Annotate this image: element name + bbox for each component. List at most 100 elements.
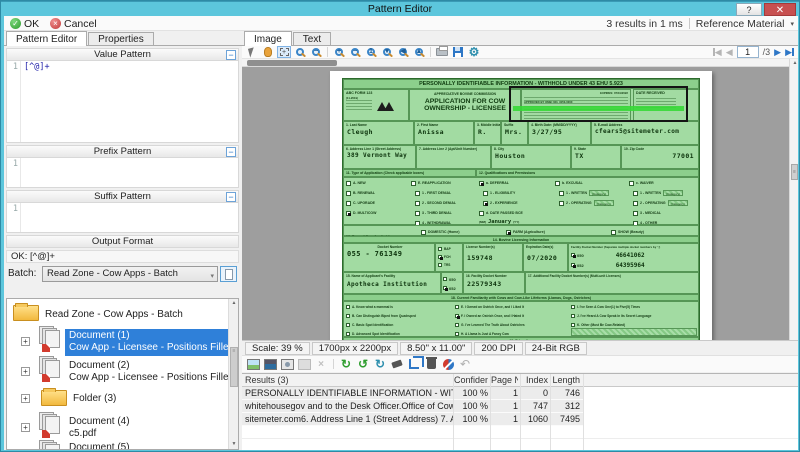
tree-item-title[interactable]: Folder (3) <box>73 393 116 404</box>
pointer-tool-icon[interactable] <box>245 46 259 58</box>
page-icon <box>225 269 233 280</box>
scrollbar-thumb[interactable]: ≡ <box>791 164 798 180</box>
trash-icon[interactable] <box>424 358 438 371</box>
crop-icon[interactable] <box>407 358 421 371</box>
save-icon[interactable] <box>451 46 465 58</box>
chevron-down-icon[interactable]: ▾ <box>790 20 794 28</box>
tree-item-subtitle[interactable]: Cow App - Licensee - Positions Filled - … <box>69 342 239 353</box>
sec11-header: 11. Type of Application (Check applicabl… <box>343 169 476 177</box>
scrollbar-thumb[interactable]: ≡ <box>230 347 238 387</box>
pan-tool-icon[interactable] <box>261 46 275 58</box>
rotate-cw-icon[interactable]: ↻ <box>339 358 353 371</box>
tab-text[interactable]: Text <box>293 32 331 46</box>
open-batch-button[interactable] <box>220 266 237 282</box>
result-row[interactable]: sitemeter.com6. Address Line 1 (Street A… <box>242 413 583 426</box>
expand-icon[interactable]: + <box>21 423 30 432</box>
refresh-icon[interactable]: ↻ <box>373 358 387 371</box>
collapse-button[interactable]: − <box>226 192 236 202</box>
zoom-fit-icon[interactable]: ▾ <box>380 46 394 58</box>
column-confidence[interactable]: Confidence <box>454 374 488 387</box>
image-invert-icon[interactable] <box>263 358 277 371</box>
form-field: 8. CityHouston <box>491 145 571 169</box>
zoom-region-tool-icon[interactable] <box>293 46 307 58</box>
zoom-in-icon[interactable]: + <box>332 46 346 58</box>
checkbox-icon <box>633 201 638 206</box>
checkbox-icon <box>571 305 575 309</box>
previous-page-icon[interactable]: ◀ <box>726 47 733 58</box>
remove-color-icon[interactable] <box>441 358 455 371</box>
close-button[interactable]: ✕ <box>764 3 796 16</box>
tab-image[interactable]: Image <box>244 31 292 46</box>
column-index[interactable]: Index <box>521 374 548 387</box>
viewer-vscrollbar[interactable]: ▲ ≡ <box>789 59 798 340</box>
tree-item-subtitle[interactable]: Cow App - Licensee - Positions Filled - … <box>69 372 233 383</box>
zoom-fit-height-icon[interactable]: ▲ <box>412 46 426 58</box>
rotate-ccw-icon[interactable]: ↺ <box>356 358 370 371</box>
tab-pattern-editor[interactable]: Pattern Editor <box>6 31 87 46</box>
checkbox-icon <box>571 263 575 267</box>
checkbox-icon <box>479 211 484 216</box>
scroll-down-icon[interactable]: ▼ <box>229 440 239 449</box>
expand-icon[interactable]: + <box>21 367 30 376</box>
eraser-icon[interactable] <box>390 358 404 371</box>
result-row[interactable]: PERSONALLY IDENTIFIABLE INFORMATION - WI… <box>242 387 583 400</box>
help-button[interactable]: ? <box>736 3 762 16</box>
last-page-icon[interactable]: ▶ <box>785 47 794 58</box>
folder-icon <box>41 390 67 406</box>
checkbox-icon <box>455 323 459 327</box>
cancel-button[interactable]: × Cancel <box>50 16 97 31</box>
result-row[interactable]: whitehousegov and to the Desk Officer.Of… <box>242 400 583 413</box>
column-page-no[interactable]: Page No <box>491 374 518 387</box>
additional-docket-cell: 17. Additional Facility Docket Number(s)… <box>525 272 699 294</box>
zoom-fit-width-icon[interactable]: ◀ <box>396 46 410 58</box>
expand-icon[interactable]: + <box>21 449 30 450</box>
suffix-pattern-editor[interactable]: 1 <box>6 203 239 233</box>
value-pattern-editor[interactable]: 1 [^@]+ <box>6 61 239 143</box>
tools-icon[interactable]: ⚙ <box>467 46 481 58</box>
tree-scrollbar[interactable]: ▲ ≡ ▼ <box>228 299 238 449</box>
batch-combobox[interactable]: Read Zone - Cow Apps - Batch ▾ <box>42 266 218 282</box>
print-icon[interactable] <box>435 46 449 58</box>
zoom-actual-icon[interactable]: 1 <box>364 46 378 58</box>
results-title[interactable]: Results (3) <box>245 374 453 387</box>
next-page-icon[interactable]: ▶ <box>774 47 781 58</box>
pattern-status-line: OK: [^@]+ <box>6 250 239 263</box>
checkbox-icon <box>506 230 511 235</box>
tree-root-label[interactable]: Read Zone - Cow Apps - Batch <box>45 309 183 320</box>
page-number-input[interactable] <box>737 46 759 58</box>
batch-tree[interactable]: Read Zone - Cow Apps - Batch + Document … <box>6 298 239 450</box>
prefix-pattern-editor[interactable]: 1 <box>6 158 239 188</box>
read-zone-rectangle[interactable] <box>509 86 688 122</box>
ok-button[interactable]: ✓ OK <box>10 16 39 31</box>
tree-item-title[interactable]: Document (2) <box>69 360 130 371</box>
tree-item-title[interactable]: Document (1) <box>69 330 130 341</box>
photo-tool-icon[interactable] <box>280 358 294 371</box>
tab-properties[interactable]: Properties <box>88 32 154 46</box>
tree-item-title[interactable]: Document (5) <box>69 442 130 450</box>
scroll-up-icon[interactable]: ▲ <box>790 59 798 68</box>
viewer-hscrollbar[interactable] <box>242 59 789 67</box>
zoom-page-tool-icon[interactable]: − <box>309 46 323 58</box>
tree-item-subtitle[interactable]: c5.pdf <box>69 428 96 439</box>
expand-icon[interactable]: + <box>21 337 30 346</box>
undo-icon: ↶ <box>458 358 472 371</box>
scroll-up-icon[interactable]: ▲ <box>229 299 239 308</box>
expand-icon[interactable]: + <box>21 394 30 403</box>
reference-material-button[interactable]: Reference Material <box>696 18 785 30</box>
scrollbar-thumb[interactable] <box>247 60 337 66</box>
zoom-out-icon[interactable]: − <box>348 46 362 58</box>
checkbox-icon <box>346 201 351 206</box>
titlebar[interactable]: Pattern Editor ? ✕ <box>1 1 799 16</box>
zone-select-tool-icon[interactable]: + <box>277 46 291 58</box>
form-field: 4. Birth Date: (MM/DD/YYYY)3/27/95 <box>528 121 591 145</box>
image-tool-icon[interactable] <box>246 358 260 371</box>
column-length[interactable]: Length <box>551 374 580 387</box>
collapse-button[interactable]: − <box>226 50 236 60</box>
commission-logo-icon <box>380 102 394 111</box>
document-stack-icon <box>39 440 63 450</box>
collapse-button[interactable]: − <box>226 147 236 157</box>
image-viewer-canvas[interactable]: PERSONALLY IDENTIFIABLE INFORMATION - WI… <box>242 59 798 340</box>
document-page[interactable]: PERSONALLY IDENTIFIABLE INFORMATION - WI… <box>330 71 712 340</box>
tree-item-title[interactable]: Document (4) <box>69 416 130 427</box>
first-page-icon[interactable]: ◀ <box>713 47 722 58</box>
